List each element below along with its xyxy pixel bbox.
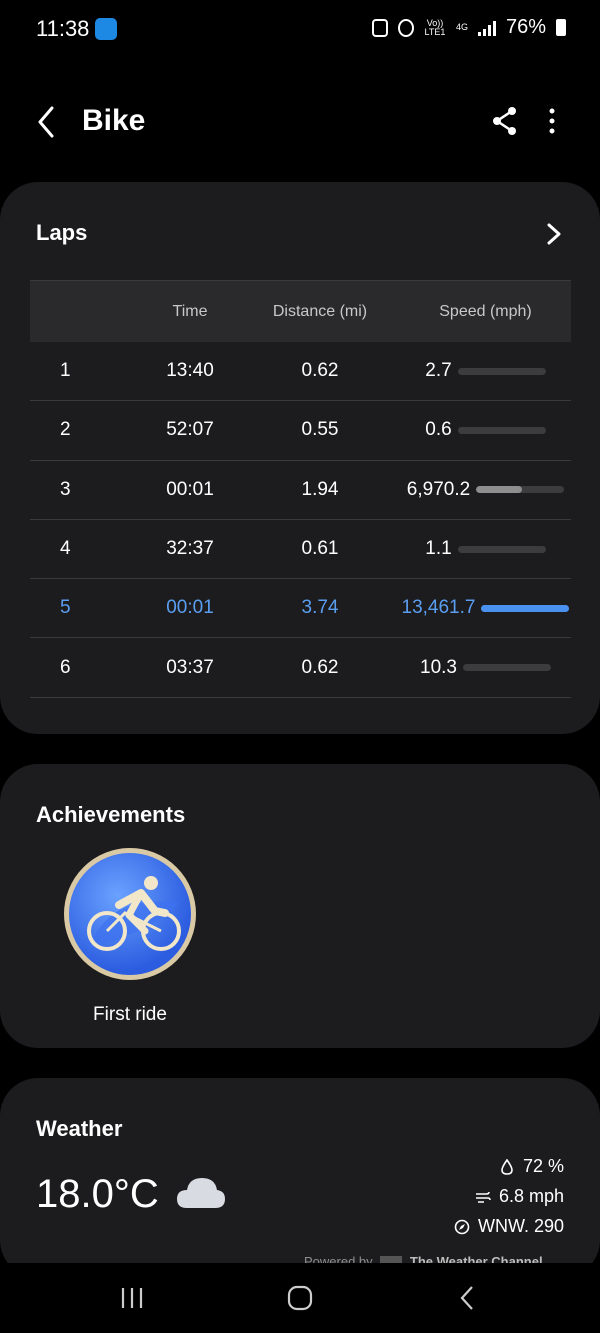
lap-time: 13:40 [166, 360, 214, 382]
column-header-time: Time [172, 302, 208, 320]
temperature: 18.0°C [36, 1172, 159, 1216]
speed-bar [457, 426, 546, 434]
lap-distance: 3.74 [301, 597, 339, 619]
speed-bar-fill [476, 486, 522, 494]
achievements-card: Achievements First ride [0, 764, 600, 1048]
back-icon[interactable] [30, 102, 66, 142]
lap-number: 1 [60, 360, 71, 382]
recent-apps-icon[interactable] [118, 1283, 146, 1313]
direction-value: WNW. 290 [477, 1216, 564, 1236]
table-header: Time Distance (mi) Speed (mph) [30, 280, 571, 342]
battery-icon [556, 19, 566, 36]
speed-bar [476, 486, 565, 494]
battery-percent: 76% [505, 16, 546, 38]
table-row: 4 32:37 0.61 1.1 [30, 520, 571, 580]
nav-back-icon[interactable] [456, 1283, 480, 1313]
wind-value: 6.8 mph [498, 1186, 564, 1206]
lap-number: 2 [60, 419, 71, 441]
wind-row: 6.8 mph [475, 1186, 564, 1207]
lap-speed: 0.6 [425, 419, 452, 441]
lap-time: 32:37 [166, 538, 214, 560]
direction-row: WNW. 290 [454, 1216, 564, 1237]
table-row: 1 13:40 0.62 2.7 [30, 342, 571, 402]
humidity-value: 72 % [522, 1156, 564, 1176]
speed-bar-fill [481, 604, 570, 612]
laps-card: Laps Time Distance (mi) Speed (mph) 1 13:… [0, 182, 600, 734]
lap-speed: 1.1 [425, 538, 452, 560]
status-icons: Vo)) LTE1 4G 76% [371, 16, 566, 39]
lap-speed: 6,970.2 [406, 478, 471, 500]
lap-number: 6 [60, 656, 71, 678]
achievements-title: Achievements [36, 802, 186, 827]
weather-title: Weather [36, 1116, 123, 1141]
speed-bar [462, 664, 551, 672]
network-type: 4G [455, 22, 468, 32]
lap-time: 52:07 [166, 419, 214, 441]
status-time: 11:38 [36, 16, 90, 41]
lap-distance: 0.62 [301, 360, 339, 382]
column-header-speed: Speed (mph) [439, 302, 532, 320]
humidity-icon [501, 1158, 513, 1175]
table-row: 3 00:01 1.94 6,970.2 [30, 461, 571, 520]
speed-bar [457, 545, 546, 553]
volte-label: Vo)) LTE1 [424, 17, 446, 37]
column-header-distance: Distance (mi) [272, 302, 368, 320]
lap-number: 3 [60, 478, 71, 500]
app-notification-icon [95, 18, 117, 40]
chevron-right-icon[interactable] [544, 220, 564, 248]
more-vertical-icon[interactable] [538, 104, 566, 138]
app-header: Bike [0, 90, 600, 154]
lap-speed-cell: 0.6 [400, 419, 571, 441]
clock-icon [397, 18, 414, 37]
page-title: Bike [82, 104, 146, 137]
cloud-icon [175, 1174, 227, 1212]
lap-distance: 1.94 [301, 478, 339, 500]
laps-table: Time Distance (mi) Speed (mph) 1 13:40 0.6… [30, 280, 571, 698]
table-row: 5 00:01 3.74 13,461.7 [30, 579, 571, 639]
alarm-icon [371, 18, 388, 37]
compass-icon [454, 1219, 470, 1234]
speed-bar [457, 367, 546, 375]
home-icon[interactable] [285, 1283, 315, 1313]
signal-icon [477, 20, 496, 36]
weather-card: Weather 18.0°C 72 % 6.8 mph WNW. 290 Pow… [0, 1078, 600, 1278]
lap-speed: 2.7 [425, 360, 452, 382]
cyclist-badge-icon[interactable] [64, 848, 196, 980]
status-bar: 11:38 Vo)) LTE1 4G 76% [0, 0, 600, 60]
share-icon[interactable] [488, 104, 522, 138]
lap-number: 4 [60, 538, 71, 560]
speed-bar [481, 604, 570, 612]
lap-number: 5 [60, 597, 71, 619]
lap-time: 00:01 [166, 478, 214, 500]
wind-icon [475, 1191, 491, 1203]
system-nav-bar [0, 1263, 600, 1333]
lap-time: 00:01 [166, 597, 214, 619]
lap-speed: 13,461.7 [401, 597, 476, 619]
badge-label: First ride [93, 1004, 167, 1025]
lap-distance: 0.61 [301, 538, 339, 560]
humidity-row: 72 % [499, 1156, 564, 1177]
lap-distance: 0.62 [301, 656, 339, 678]
lap-speed: 10.3 [420, 656, 457, 678]
lap-speed-cell: 6,970.2 [400, 479, 571, 501]
lap-speed-cell: 2.7 [400, 360, 571, 382]
lap-speed-cell: 10.3 [400, 657, 571, 679]
lap-time: 03:37 [166, 656, 214, 678]
lap-speed-cell: 1.1 [400, 538, 571, 560]
lap-distance: 0.55 [301, 419, 339, 441]
table-row: 2 52:07 0.55 0.6 [30, 401, 571, 461]
laps-title: Laps [36, 220, 88, 245]
table-row: 6 03:37 0.62 10.3 [30, 638, 571, 698]
lap-speed-cell: 13,461.7 [400, 597, 571, 619]
